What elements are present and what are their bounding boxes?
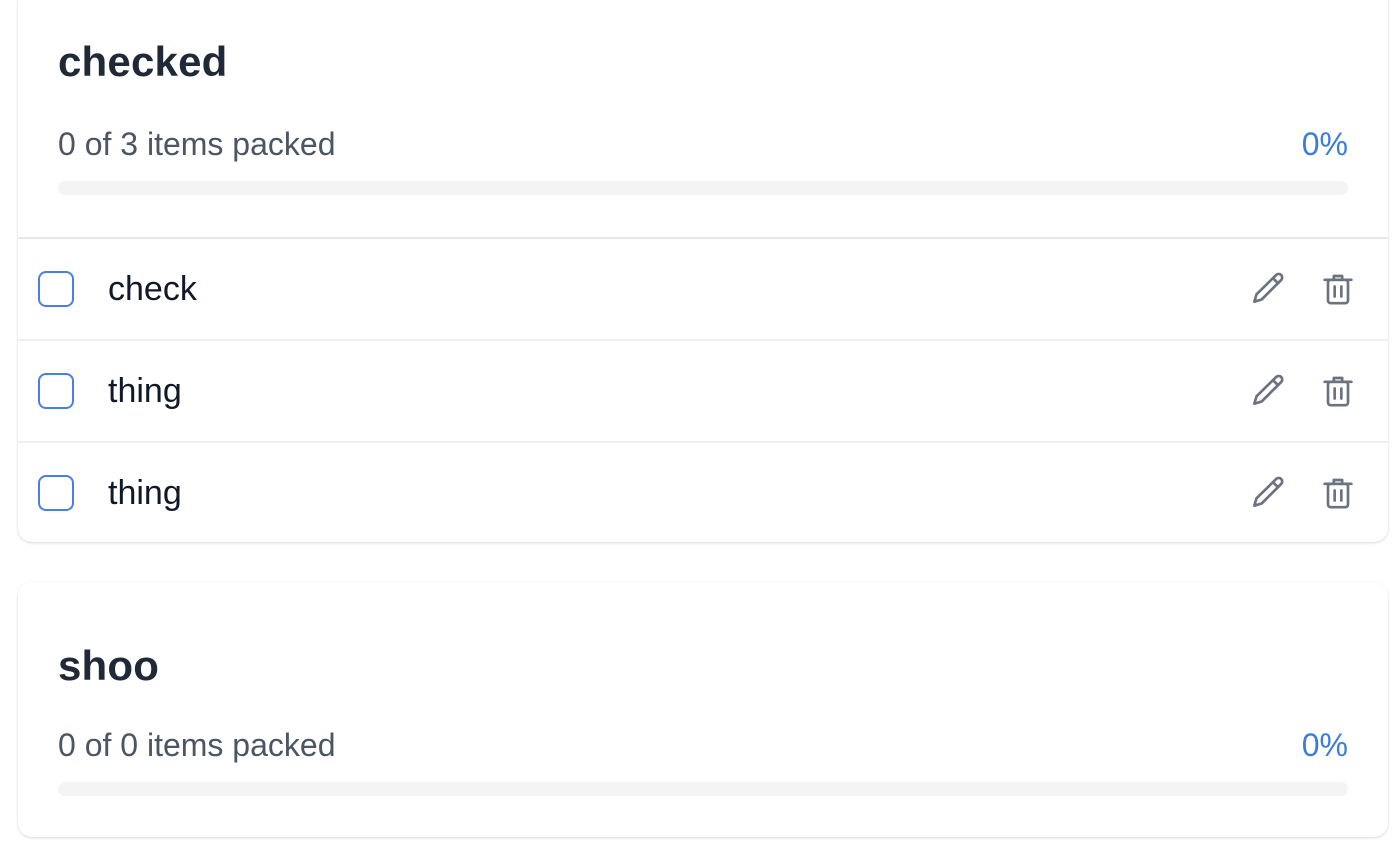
progress-percent: 0% bbox=[1301, 126, 1348, 162]
item-actions bbox=[1248, 473, 1358, 513]
item-label: thing bbox=[108, 371, 182, 410]
category-header: shoo 0 of 0 items packed 0% bbox=[18, 582, 1388, 837]
category-card: shoo 0 of 0 items packed 0% bbox=[18, 582, 1388, 837]
item-label: thing bbox=[108, 473, 182, 512]
item-checkbox[interactable] bbox=[38, 475, 74, 511]
category-title: checked bbox=[58, 38, 228, 85]
progress-count-text: 0 of 3 items packed bbox=[58, 126, 336, 162]
list-item: check bbox=[18, 239, 1388, 341]
category-title: shoo bbox=[58, 642, 160, 689]
progress-summary: 0 of 0 items packed 0% bbox=[58, 727, 1348, 764]
item-label: check bbox=[108, 269, 197, 308]
pencil-icon[interactable] bbox=[1248, 371, 1288, 411]
category-card: checked 0 of 3 items packed 0% check thi… bbox=[18, 0, 1388, 542]
item-checkbox[interactable] bbox=[38, 373, 74, 409]
packing-list-page: checked 0 of 3 items packed 0% check thi… bbox=[0, 0, 1398, 868]
list-item: thing bbox=[18, 341, 1388, 443]
progress-count-text: 0 of 0 items packed bbox=[58, 727, 336, 763]
item-actions bbox=[1248, 269, 1358, 309]
item-checkbox[interactable] bbox=[38, 271, 74, 307]
item-actions bbox=[1248, 371, 1358, 411]
progress-bar bbox=[58, 181, 1348, 195]
item-list: check thing thing bbox=[18, 239, 1388, 542]
progress-summary: 0 of 3 items packed 0% bbox=[58, 126, 1348, 163]
trash-icon[interactable] bbox=[1318, 371, 1358, 411]
trash-icon[interactable] bbox=[1318, 473, 1358, 513]
pencil-icon[interactable] bbox=[1248, 269, 1288, 309]
progress-bar bbox=[58, 782, 1348, 796]
trash-icon[interactable] bbox=[1318, 269, 1358, 309]
category-header: checked 0 of 3 items packed 0% bbox=[18, 0, 1388, 239]
progress-percent: 0% bbox=[1301, 727, 1348, 763]
pencil-icon[interactable] bbox=[1248, 473, 1288, 513]
list-item: thing bbox=[18, 443, 1388, 542]
